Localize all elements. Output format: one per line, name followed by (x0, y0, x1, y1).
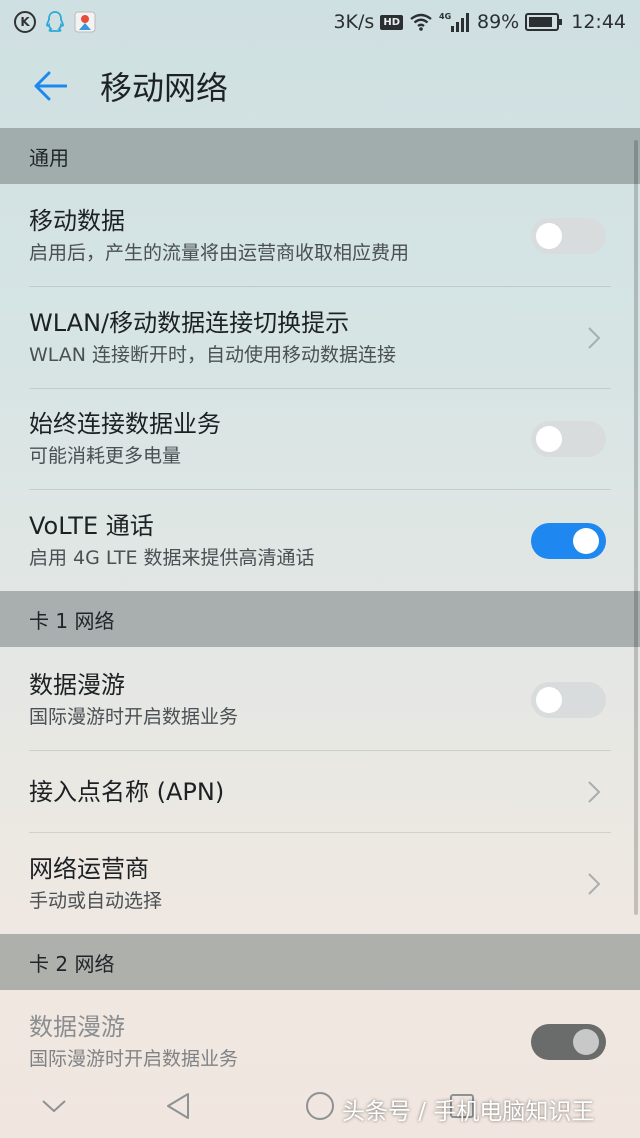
apn-row[interactable]: 接入点名称 (APN) (0, 751, 640, 832)
scrollbar[interactable] (634, 140, 638, 915)
battery-percent: 89% (477, 11, 520, 33)
network-operator-row[interactable]: 网络运营商 手动或自动选择 (0, 833, 640, 934)
cellular-signal-icon: 4G (439, 11, 471, 33)
apn-title: 接入点名称 (APN) (29, 777, 225, 806)
section-header-general: 通用 (0, 128, 640, 184)
qq-icon (44, 10, 66, 34)
card2-roaming-row[interactable]: 数据漫游 国际漫游时开启数据业务 (0, 992, 640, 1092)
chevron-right-icon (584, 869, 604, 899)
always-on-data-subtitle: 可能消耗更多电量 (29, 445, 182, 467)
card1-roaming-title: 数据漫游 (29, 670, 125, 699)
circle-home-icon (306, 1092, 334, 1120)
mobile-data-subtitle: 启用后，产生的流量将由运营商收取相应费用 (29, 242, 410, 264)
app-bar: 移动网络 (0, 44, 640, 128)
volte-title: VoLTE 通话 (29, 511, 154, 540)
hide-nav-button[interactable] (24, 1078, 84, 1134)
section-header-card2: 卡 2 网络 (0, 934, 640, 990)
wlan-switch-title: WLAN/移动数据连接切换提示 (29, 308, 350, 337)
card1-roaming-row[interactable]: 数据漫游 国际漫游时开启数据业务 (0, 649, 640, 750)
volte-toggle[interactable] (531, 522, 606, 559)
always-on-data-toggle[interactable] (531, 421, 606, 457)
toggle-knob (536, 686, 562, 713)
battery-level (529, 17, 553, 27)
network-operator-subtitle: 手动或自动选择 (29, 889, 163, 912)
svg-text:4G: 4G (439, 12, 451, 21)
volte-row[interactable]: VoLTE 通话 启用 4G LTE 数据来提供高清通话 (0, 490, 640, 591)
chevron-right-icon (584, 777, 604, 807)
network-operator-title: 网络运营商 (29, 854, 149, 883)
always-on-data-row[interactable]: 始终连接数据业务 可能消耗更多电量 (0, 389, 640, 489)
toggle-knob (536, 223, 562, 249)
wlan-switch-row[interactable]: WLAN/移动数据连接切换提示 WLAN 连接断开时，自动使用移动数据连接 (0, 287, 640, 388)
mobile-data-row[interactable]: 移动数据 启用后，产生的流量将由运营商收取相应费用 (0, 186, 640, 286)
arrow-left-icon (34, 71, 67, 101)
card2-roaming-subtitle: 国际漫游时开启数据业务 (29, 1048, 239, 1070)
always-on-data-title: 始终连接数据业务 (29, 410, 221, 438)
status-bar: K 3K/s HD 4G 89% 12:44 (0, 0, 640, 44)
wifi-icon (409, 12, 433, 32)
home-nav-button[interactable] (290, 1078, 350, 1134)
back-button[interactable] (20, 56, 80, 116)
triangle-back-icon (167, 1093, 189, 1119)
chevron-down-icon (42, 1100, 66, 1113)
map-app-icon (74, 11, 96, 33)
network-speed: 3K/s (333, 11, 375, 33)
card1-roaming-toggle[interactable] (531, 681, 606, 718)
hd-badge: HD (380, 14, 403, 30)
card2-roaming-toggle[interactable] (531, 1024, 606, 1060)
mobile-data-title: 移动数据 (29, 207, 125, 235)
toggle-knob (573, 527, 599, 554)
card2-roaming-title: 数据漫游 (29, 1013, 125, 1041)
k-app-icon: K (14, 11, 36, 33)
page-title: 移动网络 (100, 69, 229, 107)
back-nav-button[interactable] (148, 1078, 208, 1134)
card1-roaming-subtitle: 国际漫游时开启数据业务 (29, 705, 239, 728)
watermark: 头条号 / 手机电脑知识王 (342, 1099, 595, 1125)
wlan-switch-subtitle: WLAN 连接断开时，自动使用移动数据连接 (29, 343, 397, 366)
battery-icon (525, 13, 563, 31)
mobile-data-toggle[interactable] (531, 218, 606, 254)
clock: 12:44 (571, 11, 626, 33)
toggle-knob (536, 426, 562, 452)
volte-subtitle: 启用 4G LTE 数据来提供高清通话 (29, 546, 315, 569)
chevron-right-icon (584, 323, 604, 353)
toggle-knob (573, 1029, 599, 1055)
section-header-card1: 卡 1 网络 (0, 591, 640, 647)
